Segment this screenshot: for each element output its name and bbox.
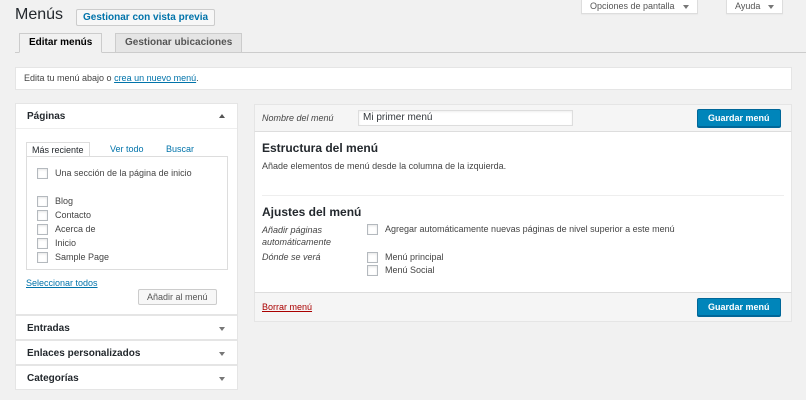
pages-checklist: Una sección de la página de inicio Blog … [26,156,228,270]
delete-menu-link[interactable]: Borrar menú [262,302,312,312]
list-item[interactable]: Contacto [37,209,91,222]
help-toggle[interactable]: Ayuda [726,0,784,14]
tab-most-recent[interactable]: Más reciente [26,142,90,157]
pages-panel-title: Páginas [27,111,66,122]
notice-text: Edita tu menú abajo o [24,73,115,83]
list-item[interactable]: Inicio [37,237,76,250]
expand-arrow-icon[interactable] [219,352,225,356]
save-menu-button-top[interactable]: Guardar menú [697,109,781,127]
screen-options-toggle[interactable]: Opciones de pantalla [581,0,698,14]
caret-down-icon [768,4,775,9]
page-label: Una sección de la página de inicio [55,168,192,179]
collapse-arrow-icon[interactable] [219,114,225,118]
help-label: Ayuda [735,1,761,11]
page-title: Menús [15,6,64,23]
page-label: Acerca de [55,224,96,235]
checkbox[interactable] [367,265,378,277]
checkbox[interactable] [367,252,378,264]
custom-links-panel[interactable]: Enlaces personalizados [15,340,238,365]
checkbox[interactable] [367,224,378,236]
tab-search[interactable]: Buscar [161,142,199,157]
tab-manage-locations[interactable]: Gestionar ubicaciones [115,33,243,53]
checkbox[interactable] [37,168,48,180]
screen-options-label: Opciones de pantalla [590,1,675,11]
list-item[interactable]: Acerca de [37,223,96,236]
checkbox[interactable] [37,210,48,222]
categories-panel[interactable]: Categorías [15,365,238,390]
custom-links-panel-header[interactable]: Enlaces personalizados [16,341,237,366]
checkbox[interactable] [37,238,48,250]
list-item[interactable]: Una sección de la página de inicio [37,167,217,180]
tab-view-all[interactable]: Ver todo [105,142,149,157]
menu-structure-description: Añade elementos de menú desde la columna… [262,161,507,171]
list-item[interactable]: Sample Page [37,251,109,264]
auto-add-pages-option-label: Agregar automáticamente nuevas páginas d… [385,224,675,235]
page-label: Blog [55,196,74,207]
list-item[interactable]: Blog [37,195,73,208]
checkbox[interactable] [37,252,48,264]
menu-settings-title: Ajustes del menú [262,205,362,219]
checkbox[interactable] [37,196,48,208]
caret-down-icon [682,4,689,9]
posts-panel-title: Entradas [27,323,70,334]
location-label: Menú Social [385,265,435,276]
location-option-social[interactable]: Menú Social [367,264,435,277]
menu-notice: Edita tu menú abajo o crea un nuevo menú… [15,67,792,90]
auto-add-pages-option[interactable]: Agregar automáticamente nuevas páginas d… [367,223,675,236]
save-menu-button-bottom[interactable]: Guardar menú [697,298,781,316]
add-to-menu-button[interactable]: Añadir al menú [138,289,217,305]
manage-with-preview-button[interactable]: Gestionar con vista previa [76,9,216,26]
tab-edit-menus[interactable]: Editar menús [19,33,103,53]
posts-panel[interactable]: Entradas [15,315,238,340]
create-new-menu-link[interactable]: crea un nuevo menú [114,73,196,83]
notice-suffix: . [196,73,199,83]
checkbox[interactable] [37,224,48,236]
location-label: Menú principal [385,252,444,263]
menu-structure-title: Estructura del menú [262,141,379,155]
pages-inner-tabs: Más reciente Ver todo Buscar [26,142,228,157]
menu-name-label: Nombre del menú [262,113,334,123]
expand-arrow-icon[interactable] [219,327,225,331]
categories-panel-title: Categorías [27,373,79,384]
auto-add-pages-label: Añadir páginas automáticamente [262,225,332,247]
pages-panel-header[interactable]: Páginas [16,104,237,129]
menu-name-input[interactable]: Mi primer menú [358,110,573,126]
select-all-link[interactable]: Seleccionar todos [26,278,98,288]
expand-arrow-icon[interactable] [219,377,225,381]
section-divider [262,195,784,196]
page-label: Sample Page [55,252,110,263]
categories-panel-header[interactable]: Categorías [16,366,237,391]
display-location-label: Dónde se verá [262,252,321,262]
posts-panel-header[interactable]: Entradas [16,316,237,341]
page-label: Contacto [55,210,92,221]
page-label: Inicio [55,238,77,249]
location-option-primary[interactable]: Menú principal [367,251,444,264]
custom-links-panel-title: Enlaces personalizados [27,348,141,359]
